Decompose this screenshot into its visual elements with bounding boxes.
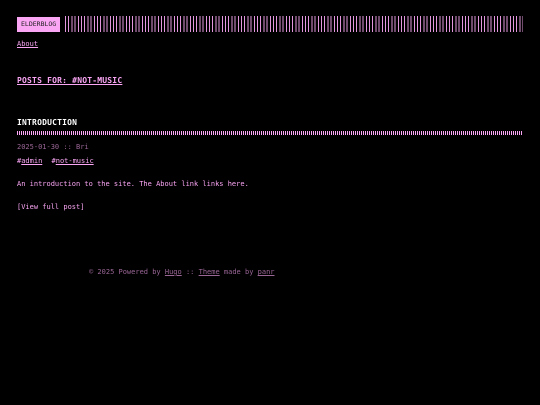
post-title[interactable]: INTRODUCTION: [17, 118, 77, 127]
page-title: POSTS FOR: #NOT-MUSIC: [17, 76, 123, 85]
footer-copyright: © 2025 Powered by: [89, 268, 161, 276]
footer-theme-link[interactable]: Theme: [199, 268, 220, 276]
tag-link-admin[interactable]: admin: [21, 157, 42, 165]
tag-admin: #admin: [17, 157, 42, 165]
post-divider: [17, 131, 523, 135]
meta-separator: ::: [63, 143, 72, 151]
header-decoration: [65, 16, 523, 32]
post-author: Bri: [76, 143, 89, 151]
footer-hugo-link[interactable]: Hugo: [165, 268, 182, 276]
site-header: ELDERBLOG: [17, 16, 523, 32]
main-menu: About: [17, 40, 38, 48]
site-footer: © 2025 Powered by Hugo :: Theme made by …: [89, 268, 275, 276]
footer-separator: ::: [185, 268, 195, 276]
post-meta: 2025-01-30 :: Bri: [17, 143, 89, 151]
post-excerpt: An introduction to the site. The About l…: [17, 180, 249, 188]
site-logo[interactable]: ELDERBLOG: [17, 16, 61, 32]
tag-not-music: #not-music: [52, 157, 94, 165]
post-tags: #admin #not-music: [17, 157, 94, 165]
read-more-link[interactable]: [View full post]: [17, 203, 84, 211]
tag-link-not-music[interactable]: not-music: [56, 157, 94, 165]
menu-item-about[interactable]: About: [17, 40, 38, 48]
footer-made-by: made by: [223, 268, 254, 276]
footer-author-link[interactable]: panr: [258, 268, 275, 276]
post-date: 2025-01-30: [17, 143, 60, 151]
